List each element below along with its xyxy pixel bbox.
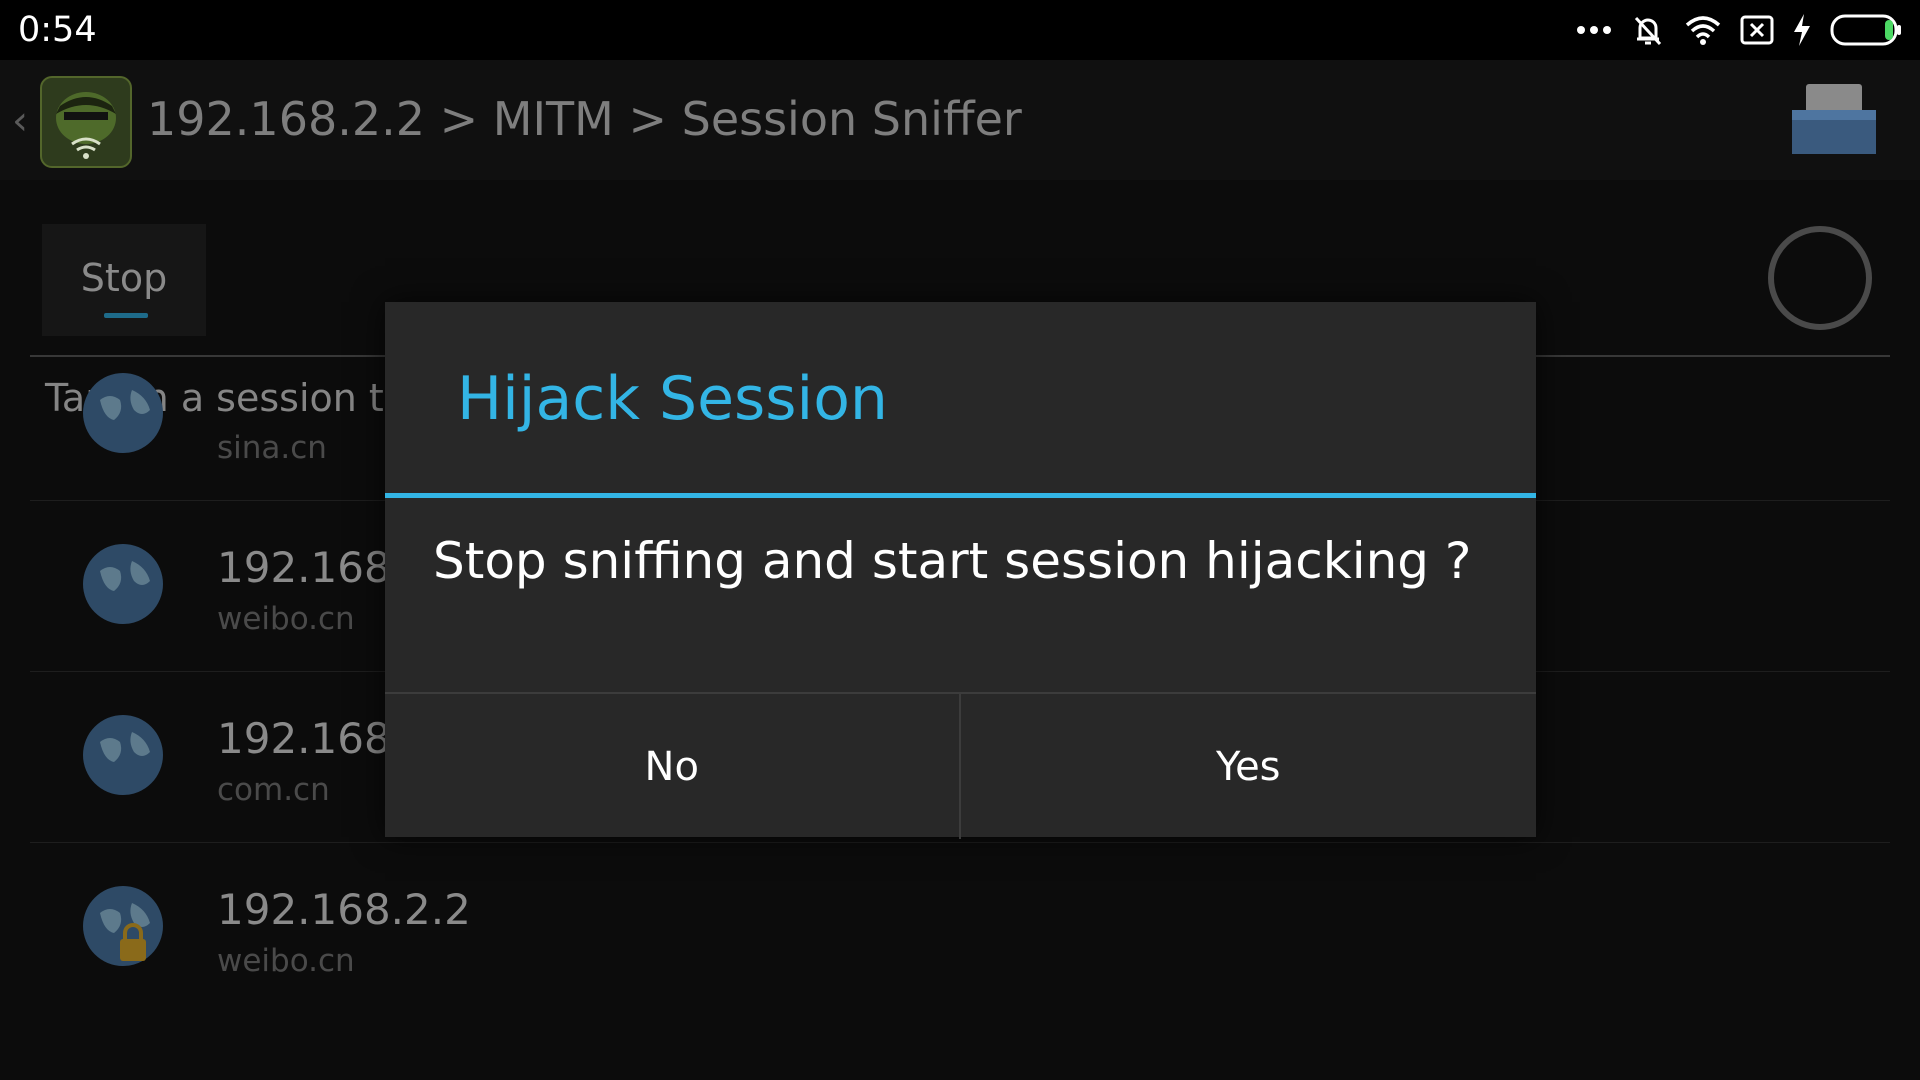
globe-icon (83, 373, 163, 453)
session-item[interactable]: 192.168.2.2 weibo.cn (0, 843, 1920, 1014)
dialog-title-divider (385, 493, 1536, 498)
more-dots-icon (1576, 24, 1612, 36)
globe-icon (83, 715, 163, 795)
hijack-session-dialog: Hijack Session Stop sniffing and start s… (385, 302, 1536, 839)
bell-muted-icon (1630, 12, 1666, 48)
session-ip: 192.168.2.2 (217, 885, 471, 934)
session-domain: sina.cn (217, 430, 327, 466)
session-domain: com.cn (217, 772, 330, 808)
status-icons (1576, 12, 1902, 48)
globe-icon (83, 544, 163, 624)
tray-icon[interactable] (1786, 80, 1882, 160)
session-ip: 192.168. (217, 714, 405, 763)
yes-button[interactable]: Yes (961, 694, 1537, 839)
no-button[interactable]: No (385, 694, 961, 839)
battery-icon (1830, 13, 1902, 47)
dialog-message: Stop sniffing and start session hijackin… (433, 532, 1472, 590)
session-ip: 192.168. (217, 543, 405, 592)
app-logo[interactable] (40, 76, 132, 168)
back-chevron-icon[interactable]: ‹ (12, 98, 28, 144)
breadcrumb: 192.168.2.2 > MITM > Session Sniffer (147, 92, 1022, 146)
wifi-icon (1684, 14, 1722, 46)
dialog-button-bar: No Yes (385, 692, 1536, 839)
session-domain: weibo.cn (217, 601, 355, 637)
status-bar: 0:54 (0, 0, 1920, 60)
stop-tab-indicator (104, 313, 148, 318)
stop-tab-label: Stop (80, 256, 168, 300)
dialog-title: Hijack Session (457, 364, 888, 434)
sim-off-icon (1740, 14, 1774, 46)
stop-tab[interactable]: Stop (42, 224, 206, 336)
globe-lock-icon (83, 886, 163, 966)
session-domain: weibo.cn (217, 943, 355, 979)
status-time: 0:54 (18, 10, 97, 50)
action-bar: ‹ 192.168.2.2 > MITM > Session Sniffer (0, 60, 1920, 180)
charging-bolt-icon (1792, 13, 1812, 47)
progress-spinner (1768, 226, 1872, 330)
